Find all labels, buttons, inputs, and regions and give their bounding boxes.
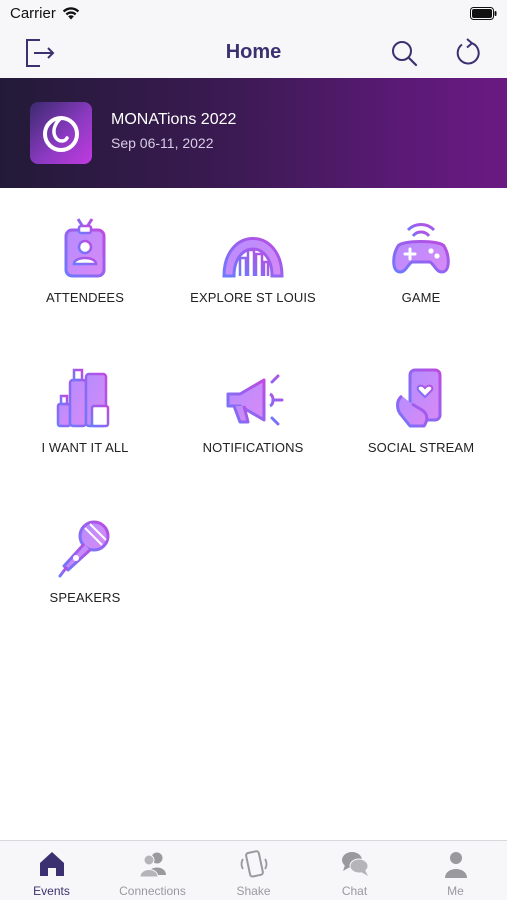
refresh-icon (456, 38, 480, 65)
gamepad-icon (392, 223, 450, 274)
person-icon (444, 852, 467, 878)
tile-label: GAME (401, 290, 441, 305)
event-banner[interactable]: MONATions 2022 Sep 06-11, 2022 (0, 78, 507, 188)
tab-label: Chat (341, 884, 368, 898)
event-name: MONATions 2022 (111, 111, 237, 128)
microphone-icon (58, 520, 110, 578)
tab-events[interactable]: Events (1, 841, 102, 900)
megaphone-icon (226, 374, 284, 426)
search-icon (392, 41, 418, 67)
tile-social-stream[interactable]: SOCIAL STREAM (337, 366, 505, 476)
tile-label: SOCIAL STREAM (367, 440, 475, 455)
tab-bar: Events Connections Shake Chat Me (0, 840, 507, 900)
tile-game[interactable]: GAME (337, 216, 505, 326)
tile-label: NOTIFICATIONS (202, 440, 304, 455)
products-icon (54, 368, 116, 428)
tab-label: Events (33, 884, 70, 898)
chat-bubbles-icon (341, 852, 368, 876)
tile-i-want-it-all[interactable]: I WANT IT ALL (1, 366, 169, 476)
wifi-icon (62, 7, 80, 20)
tile-label: SPEAKERS (49, 590, 121, 605)
event-logo-icon (43, 116, 79, 152)
tab-shake[interactable]: Shake (203, 841, 304, 900)
people-icon (138, 852, 166, 878)
tile-label: ATTENDEES (46, 290, 124, 305)
event-dates: Sep 06-11, 2022 (111, 135, 214, 151)
shake-phone-icon (240, 850, 267, 878)
status-bar: Carrier (0, 0, 507, 28)
tile-attendees[interactable]: ATTENDEES (1, 216, 169, 326)
phone-heart-icon (396, 368, 442, 428)
battery-icon (470, 7, 497, 20)
tab-label: Shake (236, 884, 271, 898)
refresh-button[interactable] (452, 36, 486, 70)
search-button[interactable] (387, 36, 421, 70)
tab-label: Connections (119, 884, 186, 898)
home-icon (39, 852, 64, 876)
tile-notifications[interactable]: NOTIFICATIONS (169, 366, 337, 476)
nav-bar: Home (0, 28, 507, 78)
page-title: Home (225, 41, 282, 63)
tab-label: Me (447, 884, 464, 898)
event-logo (30, 102, 92, 164)
tab-connections[interactable]: Connections (102, 841, 203, 900)
badge-icon (64, 218, 106, 278)
tile-explore-st-louis[interactable]: EXPLORE ST LOUIS (169, 216, 337, 326)
arch-icon (222, 237, 284, 278)
tile-speakers[interactable]: SPEAKERS (1, 516, 169, 626)
carrier-label: Carrier (10, 5, 56, 22)
tab-me[interactable]: Me (405, 841, 506, 900)
tile-label: EXPLORE ST LOUIS (190, 290, 316, 305)
tile-label: I WANT IT ALL (41, 440, 129, 455)
tab-chat[interactable]: Chat (304, 841, 405, 900)
